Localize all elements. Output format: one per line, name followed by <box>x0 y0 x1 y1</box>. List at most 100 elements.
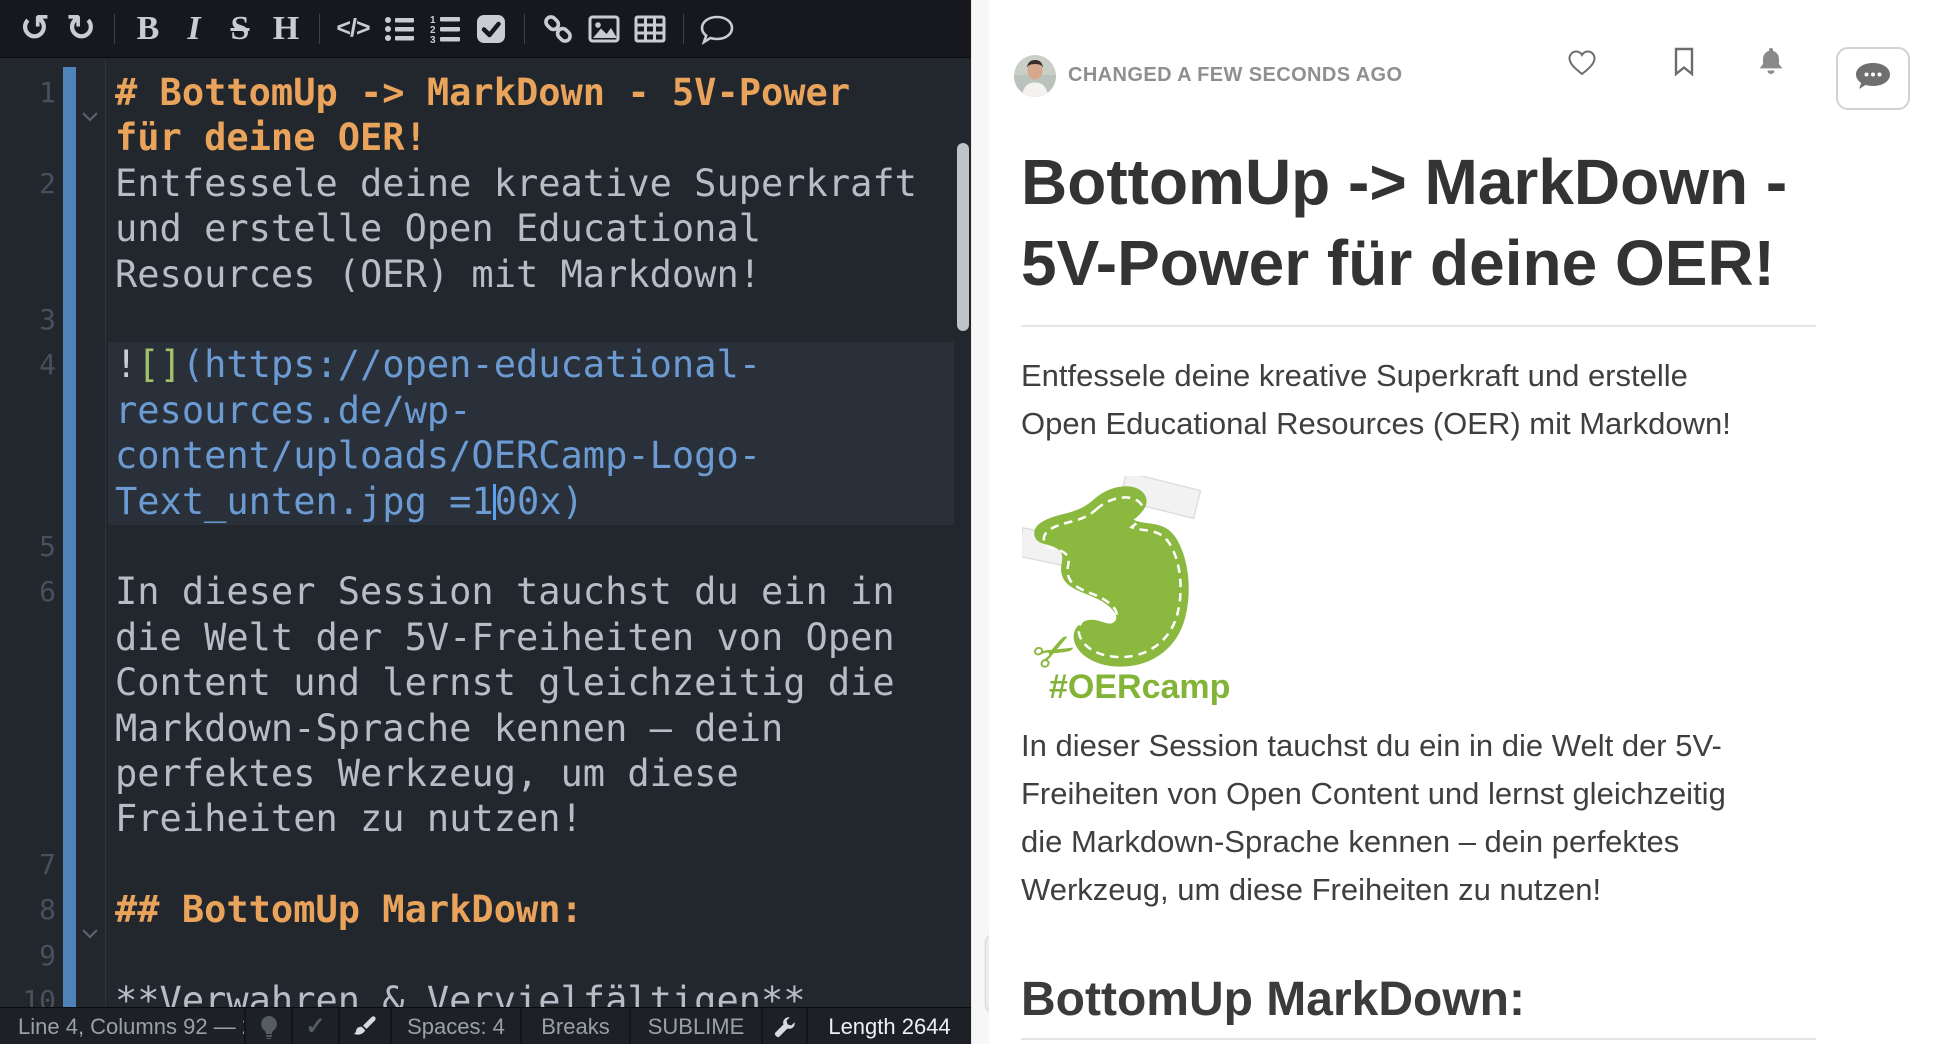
editor-row[interactable]: 10 **Verwahren & Vervielfältigen** <box>0 978 971 1007</box>
editor-row[interactable]: 5 <box>0 524 971 570</box>
code-line[interactable]: In dieser Session tauchst du ein in <box>108 569 954 615</box>
bold-icon[interactable]: B <box>125 0 171 58</box>
editor-scrollbar[interactable] <box>957 143 969 331</box>
code-segment: content/uploads/OERCamp-Logo- <box>115 434 761 477</box>
code-line[interactable]: Markdown-Sprache kennen – dein <box>108 706 954 752</box>
linebreaks-setting[interactable]: Breaks <box>522 1008 631 1044</box>
code-line[interactable]: resources.de/wp- <box>108 388 954 434</box>
code-line[interactable]: ![](https://open-educational- <box>108 342 954 388</box>
line-number: 7 <box>0 842 56 888</box>
line-number: 3 <box>0 297 56 343</box>
code-line[interactable] <box>108 933 954 979</box>
code-line[interactable]: Text_unten.jpg =100x) <box>108 479 954 525</box>
heading-icon[interactable]: H <box>263 0 309 58</box>
document-title: BottomUp -> MarkDown - 5V-Power für dein… <box>1021 142 1787 304</box>
bell-icon[interactable] <box>1757 46 1785 82</box>
code-line[interactable]: Freiheiten zu nutzen! <box>108 796 954 842</box>
comment-icon[interactable] <box>694 0 740 58</box>
code-line[interactable]: Content und lernst gleichzeitig die <box>108 660 954 706</box>
editor-row[interactable]: perfektes Werkzeug, um diese <box>0 751 971 797</box>
editor-row[interactable]: die Welt der 5V-Freiheiten von Open <box>0 615 971 661</box>
code-line[interactable]: Entfessele deine kreative Superkraft <box>108 161 954 207</box>
code-line[interactable]: Resources (OER) mit Markdown! <box>108 252 954 298</box>
pane-divider[interactable] <box>971 0 989 1044</box>
editor-statusbar: Line 4, Columns 92 — 21 ✓ Spaces: 4 Brea… <box>0 1007 971 1044</box>
horizontal-rule <box>1021 1038 1816 1040</box>
code-line[interactable]: für deine OER! <box>108 115 954 161</box>
code-editor[interactable]: 1# BottomUp -> MarkDown - 5V-Powerfür de… <box>0 59 971 1007</box>
heart-icon[interactable] <box>1567 49 1597 82</box>
code-line[interactable]: die Welt der 5V-Freiheiten von Open <box>108 615 954 661</box>
code-line[interactable]: **Verwahren & Vervielfältigen** <box>108 978 954 1007</box>
toolbar-separator <box>114 14 115 44</box>
editor-row[interactable]: Freiheiten zu nutzen! <box>0 796 971 842</box>
code-line[interactable]: # BottomUp -> MarkDown - 5V-Power <box>108 70 954 116</box>
brush-icon[interactable] <box>340 1008 392 1044</box>
editor-row[interactable]: 6 In dieser Session tauchst du ein in <box>0 569 971 615</box>
code-segment: [] <box>137 343 182 386</box>
strikethrough-icon[interactable]: S <box>217 0 263 58</box>
code-line[interactable] <box>108 297 954 343</box>
editor-row[interactable]: 9 <box>0 933 971 979</box>
code-icon[interactable]: </> <box>330 0 376 58</box>
editor-row[interactable]: und erstelle Open Educational <box>0 206 971 252</box>
spaces-setting[interactable]: Spaces: 4 <box>392 1008 522 1044</box>
editor-row[interactable]: resources.de/wp- <box>0 388 971 434</box>
code-segment: Resources (OER) mit Markdown! <box>115 253 761 296</box>
checklist-icon[interactable] <box>468 0 514 58</box>
toolbar-separator <box>524 14 525 44</box>
cursor-position-status: Line 4, Columns 92 — 21 <box>0 1008 246 1044</box>
comments-button[interactable] <box>1836 47 1910 110</box>
editor-row[interactable]: für deine OER! <box>0 115 971 161</box>
italic-icon[interactable]: I <box>171 0 217 58</box>
code-segment: resources.de/wp- <box>115 389 471 432</box>
line-number: 6 <box>0 569 56 615</box>
code-line[interactable]: ## BottomUp MarkDown: <box>108 887 954 933</box>
code-segment: In dieser Session tauchst du ein in <box>115 570 895 613</box>
editor-row[interactable]: Markdown-Sprache kennen – dein <box>0 706 971 752</box>
code-segment: Freiheiten zu nutzen! <box>115 797 583 840</box>
image-icon[interactable] <box>581 0 627 58</box>
wrench-icon[interactable] <box>763 1008 808 1044</box>
line-number: 9 <box>0 933 56 979</box>
line-number: 2 <box>0 161 56 207</box>
editor-row[interactable]: Resources (OER) mit Markdown! <box>0 252 971 298</box>
editor-row[interactable]: 3 <box>0 297 971 343</box>
editor-row[interactable]: Text_unten.jpg =100x) <box>0 479 971 525</box>
line-number: 10 <box>0 978 56 1007</box>
table-icon[interactable] <box>627 0 673 58</box>
lightbulb-icon[interactable] <box>246 1008 293 1044</box>
svg-text:3: 3 <box>430 35 436 44</box>
code-line[interactable] <box>108 524 954 570</box>
editor-row[interactable]: 4![](https://open-educational- <box>0 342 971 388</box>
undo-icon[interactable]: ↺ <box>12 0 58 58</box>
horizontal-rule <box>1021 325 1816 327</box>
code-segment: **Verwahren & Vervielfältigen** <box>115 979 806 1007</box>
editor-row[interactable]: 8 ## BottomUp MarkDown: <box>0 887 971 933</box>
code-segment: (https://open-educational- <box>182 343 761 386</box>
code-segment: ## BottomUp MarkDown: <box>115 888 583 931</box>
code-line[interactable]: perfektes Werkzeug, um diese <box>108 751 954 797</box>
numbered-list-icon[interactable]: 1 2 3 <box>422 0 468 58</box>
editor-row[interactable]: content/uploads/OERCamp-Logo- <box>0 433 971 479</box>
intro-paragraph: Entfessele deine kreative Superkraft und… <box>1021 352 1731 448</box>
keymap-setting[interactable]: SUBLIME <box>631 1008 763 1044</box>
code-segment: perfektes Werkzeug, um diese <box>115 752 739 795</box>
editor-row[interactable]: 1# BottomUp -> MarkDown - 5V-Power <box>0 70 971 116</box>
code-line[interactable] <box>108 842 954 888</box>
editor-row[interactable]: 7 <box>0 842 971 888</box>
link-icon[interactable] <box>535 0 581 58</box>
code-line[interactable]: und erstelle Open Educational <box>108 206 954 252</box>
bullet-list-icon[interactable] <box>376 0 422 58</box>
toolbar-separator <box>683 14 684 44</box>
editor-row[interactable]: Content und lernst gleichzeitig die <box>0 660 971 706</box>
document-length-status: Length 2644 <box>808 1008 971 1044</box>
avatar[interactable] <box>1014 55 1056 97</box>
bookmark-icon[interactable] <box>1673 47 1695 82</box>
line-number: 8 <box>0 887 56 933</box>
editor-row[interactable]: 2 Entfessele deine kreative Superkraft <box>0 161 971 207</box>
session-paragraph: In dieser Session tauchst du ein in die … <box>1021 722 1726 914</box>
redo-icon[interactable]: ↻ <box>58 0 104 58</box>
code-line[interactable]: content/uploads/OERCamp-Logo- <box>108 433 954 479</box>
check-icon[interactable]: ✓ <box>293 1008 340 1044</box>
